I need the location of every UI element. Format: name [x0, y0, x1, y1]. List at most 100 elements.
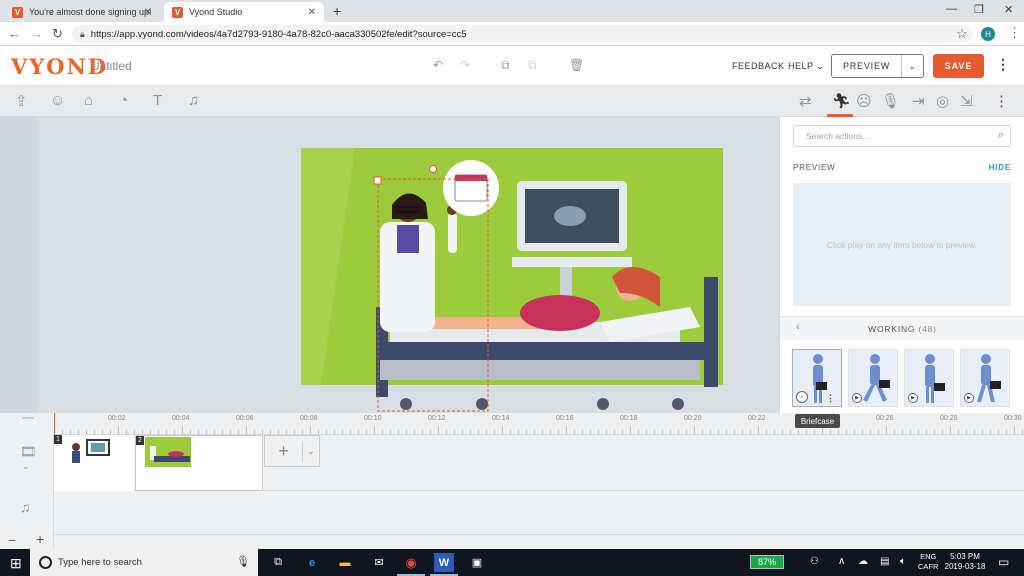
new-tab-icon[interactable]: + — [333, 3, 341, 19]
scene-canvas[interactable] — [0, 117, 779, 413]
close-icon[interactable]: ✕ — [144, 7, 152, 18]
vyond-favicon-icon: V — [172, 6, 183, 18]
tick-mark — [870, 430, 871, 434]
reload-icon[interactable]: ↻ — [52, 26, 63, 42]
language-indicator[interactable]: ENG CAFR — [918, 552, 938, 572]
trash-icon[interactable]: 🗑︎ — [569, 58, 584, 72]
upload-icon[interactable]: ⇪ — [15, 92, 28, 110]
avatar[interactable]: H — [981, 27, 995, 41]
feedback-link[interactable]: FEEDBACK — [732, 61, 785, 71]
expression-icon[interactable]: ☹ — [856, 92, 872, 110]
tick-label: 00:28 — [940, 415, 958, 422]
text-icon[interactable]: T — [153, 92, 162, 109]
copy-icon[interactable]: ⧉ — [501, 58, 510, 73]
more-menu-icon[interactable]: ⋮ — [996, 56, 1010, 73]
edge-icon[interactable]: e — [302, 553, 322, 572]
battery-indicator[interactable]: 87% — [750, 555, 784, 569]
chevron-down-icon[interactable]: ⌄ — [303, 446, 319, 457]
action-thumb-briefcase[interactable]: ⌕ ⋮ — [792, 349, 842, 407]
more-options-icon[interactable]: ⋮ — [826, 393, 835, 404]
notification-icon[interactable]: ▭ — [998, 555, 1009, 569]
tick-mark — [966, 430, 967, 434]
tick-mark — [454, 430, 455, 434]
zoom-icon[interactable]: ⌕ — [796, 391, 808, 403]
tick-mark — [846, 430, 847, 434]
cortana-icon — [39, 556, 52, 569]
time-ruler[interactable]: 00:02 00:04 00:06 00:08 00:10 00:12 00:14 00:16… — [54, 413, 1024, 435]
preview-button[interactable]: PREVIEW ⌄ — [831, 54, 924, 78]
tick-mark — [70, 430, 71, 434]
enter-effect-icon[interactable]: ⇥ — [912, 92, 925, 110]
action-thumb-stand[interactable]: ▶ — [904, 349, 954, 407]
windows-start-icon[interactable]: ⊞ — [10, 555, 22, 572]
zoom-in-icon[interactable]: + — [36, 531, 44, 547]
chart-icon[interactable]: ◔ — [119, 92, 128, 109]
playhead[interactable] — [54, 413, 55, 435]
onedrive-icon[interactable]: ☁ — [858, 556, 868, 567]
tab-vyond-studio[interactable]: V Vyond Studio ✕ — [164, 2, 324, 22]
more-options-icon[interactable]: ⋮ — [994, 92, 1009, 110]
paste-icon[interactable]: ⧉ — [528, 58, 537, 73]
audio-track[interactable] — [54, 491, 1024, 535]
chrome-icon[interactable]: ◉ — [397, 553, 425, 576]
props-icon[interactable]: ⌂ — [84, 92, 93, 109]
tick-mark — [702, 430, 703, 434]
microphone-icon[interactable]: 🎙︎ — [881, 92, 900, 110]
character-icon[interactable]: ☺ — [50, 92, 65, 109]
swap-icon[interactable]: ⇄ — [799, 92, 812, 110]
people-icon[interactable]: ⚇ — [810, 556, 819, 567]
clock[interactable]: 5:03 PM 2019-03-18 — [943, 552, 987, 572]
mail-icon[interactable]: ✉ — [369, 553, 389, 572]
play-icon[interactable]: ▶ — [964, 393, 974, 403]
minimize-icon[interactable]: — — [946, 3, 957, 15]
scene-thumb-2[interactable]: 2 — [135, 435, 263, 491]
scene-1-preview — [72, 439, 110, 463]
taskbar-search[interactable]: Type here to search 🎙︎ — [30, 549, 258, 576]
help-menu[interactable]: HELP ⌄ — [788, 61, 824, 72]
music-icon[interactable]: ♫ — [188, 92, 199, 109]
save-button[interactable]: SAVE — [933, 54, 984, 78]
volume-icon[interactable]: 🔈︎ — [900, 556, 906, 567]
photos-icon[interactable]: ▣ — [467, 553, 487, 572]
chevron-down-icon[interactable]: ⌄ — [22, 461, 30, 472]
tick-mark — [918, 430, 919, 434]
task-view-icon[interactable]: ⧉ — [268, 553, 288, 572]
lock-icon: 🔒︎ — [80, 28, 85, 39]
tab-signup[interactable]: V You're almost done signing up! ✕ — [4, 2, 160, 22]
redo-icon[interactable]: ↷ — [460, 58, 470, 72]
chevron-down-icon[interactable]: ⌄ — [902, 61, 923, 72]
play-icon[interactable]: ▶ — [852, 393, 862, 403]
add-scene-button[interactable]: + ⌄ — [264, 435, 320, 467]
network-icon[interactable]: ▤ — [880, 556, 889, 567]
action-icon[interactable]: 🏃︎ — [832, 92, 851, 110]
hide-preview-link[interactable]: HIDE — [989, 163, 1011, 172]
close-icon[interactable]: ✕ — [308, 7, 316, 18]
action-thumb-walk[interactable]: ▶ — [848, 349, 898, 407]
timeline-resize-handle[interactable] — [22, 417, 34, 419]
undo-icon[interactable]: ↶ — [433, 58, 443, 72]
search-icon[interactable]: ⌕ — [998, 129, 1004, 142]
scene-thumb-1[interactable]: 1 — [54, 435, 134, 491]
tick-mark — [398, 430, 399, 434]
url-input[interactable]: 🔒︎ https://app.vyond.com/videos/4a7d2793… — [72, 25, 972, 43]
play-icon[interactable]: ▶ — [908, 393, 918, 403]
chevron-up-icon[interactable]: ∧ — [838, 556, 845, 567]
tick-label: 00:18 — [620, 415, 638, 422]
film-icon: 🎞︎ — [20, 444, 37, 459]
window-close-icon[interactable]: ✕ — [1004, 3, 1013, 16]
restore-icon[interactable]: ❐ — [974, 3, 984, 16]
search-actions-input[interactable]: Search actions... ⌕ — [793, 125, 1011, 147]
video-title[interactable]: Untitled — [91, 59, 132, 73]
word-icon[interactable]: W — [430, 553, 458, 576]
bookmark-star-icon[interactable]: ☆ — [956, 26, 968, 42]
motion-path-icon[interactable]: ◎ — [936, 92, 949, 110]
microphone-icon[interactable]: 🎙︎ — [236, 555, 250, 568]
browser-menu-icon[interactable]: ⋮ — [1008, 25, 1021, 41]
action-thumb-stride[interactable]: ▶ — [960, 349, 1010, 407]
zoom-out-icon[interactable]: − — [8, 532, 16, 548]
back-icon[interactable]: ← — [8, 26, 21, 41]
forward-icon[interactable]: → — [30, 26, 43, 41]
exit-effect-icon[interactable]: ⇲ — [960, 92, 973, 110]
file-explorer-icon[interactable]: ▬ — [335, 553, 355, 572]
tick-mark — [126, 430, 127, 434]
